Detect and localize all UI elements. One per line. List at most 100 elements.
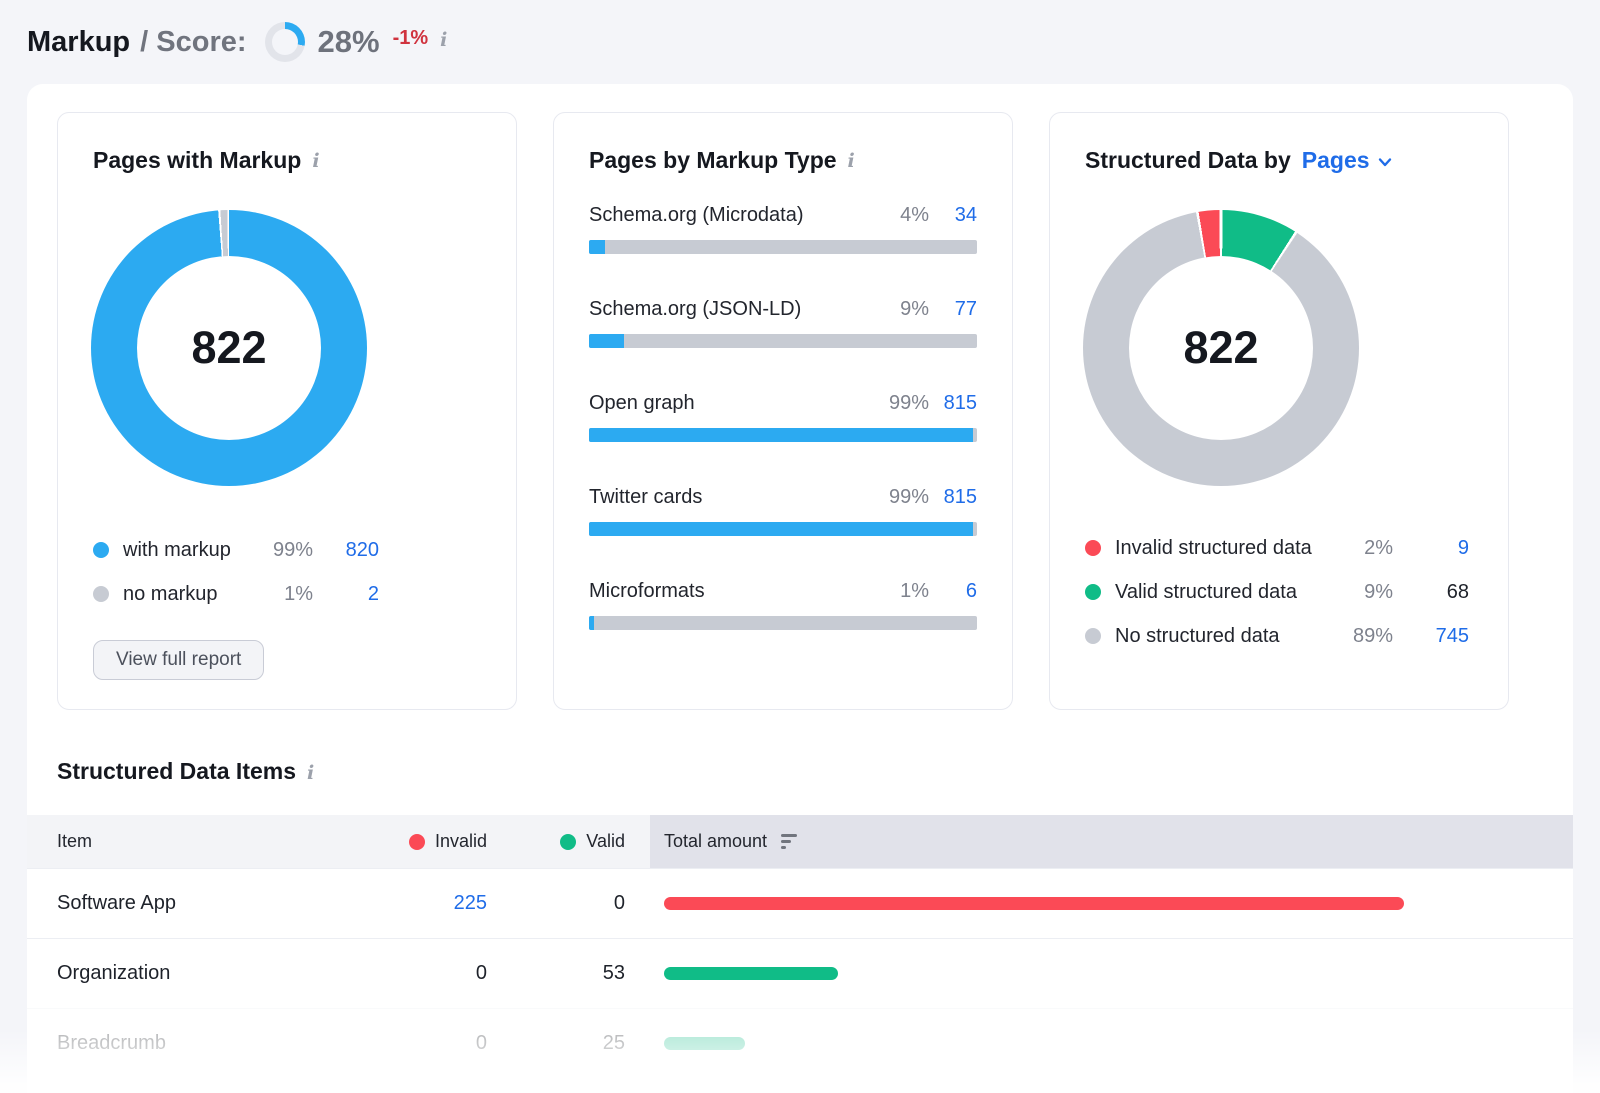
valid-dot-icon — [560, 834, 576, 850]
legend-row: Invalid structured data 2% 9 — [1085, 526, 1469, 570]
bar-track — [589, 240, 977, 254]
group-by-selected-value[interactable]: Pages — [1302, 147, 1370, 174]
group-by-selector[interactable]: Pages — [1302, 147, 1393, 174]
bar-label: Schema.org (JSON-LD) — [589, 298, 892, 321]
info-icon[interactable]: i — [848, 152, 855, 171]
legend-row: Valid structured data 9% 68 — [1085, 570, 1469, 614]
table-row: Organization 0 53 — [27, 938, 1573, 1008]
bar-fill — [589, 240, 605, 254]
bar-row: Twitter cards 99% 815 — [589, 486, 977, 536]
bar-value-link[interactable]: 815 — [929, 392, 977, 415]
item-name: Organization — [27, 939, 367, 1008]
bar-row: Open graph 99% 815 — [589, 392, 977, 442]
chevron-down-icon[interactable] — [1377, 154, 1393, 170]
section-title-text: Structured Data Items — [57, 758, 296, 785]
legend-label: no markup — [123, 583, 251, 606]
bar-label: Twitter cards — [589, 486, 881, 509]
card-pages-with-markup: Pages with Markup i 822 with markup 99% … — [57, 112, 517, 710]
legend-dot-icon — [1085, 540, 1101, 556]
structured-data-items-title: Structured Data Items i — [57, 758, 1573, 785]
bar-track — [589, 522, 977, 536]
column-header-valid: Valid — [487, 815, 625, 868]
bar-label: Microformats — [589, 580, 892, 603]
score-donut-hole — [272, 29, 298, 55]
bar-row: Microformats 1% 6 — [589, 580, 977, 630]
legend-percent: 89% — [1329, 625, 1393, 648]
bar-label: Schema.org (Microdata) — [589, 204, 892, 227]
card-title: Pages with Markup i — [93, 147, 481, 174]
legend-value: 68 — [1393, 581, 1469, 604]
card-pages-by-markup-type: Pages by Markup Type i Schema.org (Micro… — [553, 112, 1013, 710]
summary-cards-row: Pages with Markup i 822 with markup 99% … — [27, 84, 1573, 710]
legend: Invalid structured data 2% 9 Valid struc… — [1085, 526, 1469, 658]
table-row: Breadcrumb 0 25 — [27, 1008, 1573, 1078]
column-header-total-amount[interactable]: Total amount — [650, 815, 1573, 868]
bar-row: Schema.org (Microdata) 4% 34 — [589, 204, 977, 254]
invalid-count-link[interactable]: 225 — [367, 869, 487, 938]
total-amount-cell — [650, 939, 1573, 1008]
total-amount-bar — [664, 967, 838, 980]
legend-label: with markup — [123, 539, 251, 562]
legend-value-link[interactable]: 745 — [1393, 625, 1469, 648]
valid-count: 0 — [487, 869, 625, 938]
invalid-dot-icon — [409, 834, 425, 850]
bar-track — [589, 334, 977, 348]
card-title: Pages by Markup Type i — [589, 147, 977, 174]
valid-count: 25 — [487, 1009, 625, 1078]
info-icon[interactable]: i — [312, 152, 319, 171]
legend-value-link[interactable]: 820 — [313, 539, 379, 562]
total-amount-bar — [664, 897, 1404, 910]
structured-data-items-table: Item Invalid Valid Total amount Software… — [27, 815, 1573, 1078]
structured-data-donut-chart: 822 — [1083, 210, 1359, 486]
total-amount-cell — [650, 869, 1573, 938]
card-title-text: Pages by Markup Type — [589, 147, 837, 174]
bar-value-link[interactable]: 34 — [929, 204, 977, 227]
page-subtitle: / Score: — [140, 26, 246, 59]
legend-percent: 99% — [251, 539, 313, 562]
column-header-label: Total amount — [664, 831, 767, 852]
bar-fill — [589, 428, 973, 442]
legend-value-link[interactable]: 9 — [1393, 537, 1469, 560]
view-full-report-button[interactable]: View full report — [93, 640, 264, 680]
legend-label: Valid structured data — [1115, 581, 1329, 604]
column-header-label: Invalid — [435, 831, 487, 852]
info-icon[interactable]: i — [307, 764, 314, 783]
item-name: Breadcrumb — [27, 1009, 367, 1078]
bar-value-link[interactable]: 77 — [929, 298, 977, 321]
bar-fill — [589, 616, 594, 630]
info-icon[interactable]: i — [440, 31, 447, 50]
bar-percent: 99% — [889, 486, 929, 509]
page-title: Markup — [27, 26, 130, 59]
bar-percent: 1% — [900, 580, 929, 603]
legend-value-link[interactable]: 2 — [313, 583, 379, 606]
score-value: 28% — [318, 24, 380, 60]
legend-dot-icon — [1085, 628, 1101, 644]
column-header-invalid: Invalid — [367, 815, 487, 868]
column-header-item: Item — [27, 815, 367, 868]
legend: with markup 99% 820 no markup 1% 2 — [93, 528, 379, 616]
pages-with-markup-donut-chart: 822 — [91, 210, 367, 486]
markup-type-bar-list: Schema.org (Microdata) 4% 34 Schema.org … — [589, 204, 977, 630]
legend-dot-icon — [93, 542, 109, 558]
table-header-row: Item Invalid Valid Total amount — [27, 815, 1573, 868]
invalid-count: 0 — [367, 939, 487, 1008]
bar-value-link[interactable]: 815 — [929, 486, 977, 509]
bar-value-link[interactable]: 6 — [929, 580, 977, 603]
total-amount-bar — [664, 1037, 745, 1050]
card-title: Structured Data by Pages — [1085, 147, 1473, 174]
donut-total: 822 — [1129, 256, 1313, 440]
legend-row: no markup 1% 2 — [93, 572, 379, 616]
report-header: Markup / Score: 28% -1% i — [0, 0, 1600, 84]
bar-percent: 99% — [889, 392, 929, 415]
legend-percent: 1% — [251, 583, 313, 606]
bar-fill — [589, 334, 624, 348]
column-header-label: Valid — [586, 831, 625, 852]
bar-label: Open graph — [589, 392, 881, 415]
item-name: Software App — [27, 869, 367, 938]
legend-dot-icon — [93, 586, 109, 602]
legend-label: No structured data — [1115, 625, 1329, 648]
donut-total: 822 — [137, 256, 321, 440]
sort-descending-icon[interactable] — [781, 834, 797, 849]
card-title-text: Structured Data by — [1085, 147, 1291, 174]
card-structured-data-by-pages: Structured Data by Pages 822 Invalid str… — [1049, 112, 1509, 710]
